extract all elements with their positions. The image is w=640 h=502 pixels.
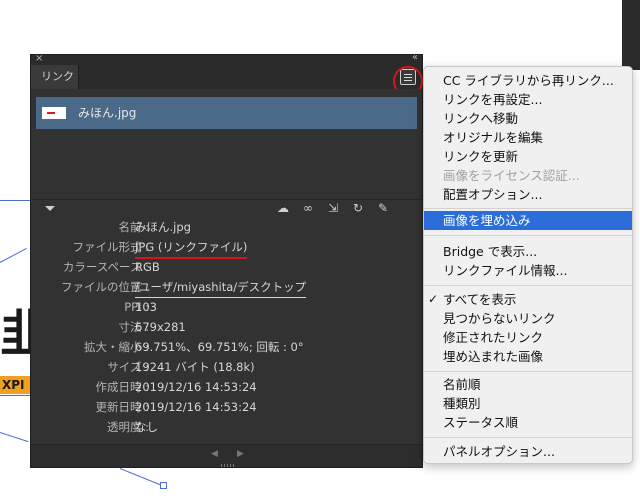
menu-item-sort-by-status[interactable]: ステータス順	[424, 413, 632, 432]
artwork-label-text: XPI	[2, 378, 25, 392]
links-toolbar: ☁ ∞ ⇲ ↻ ✎	[31, 199, 422, 216]
file-name: みほん.jpg	[78, 106, 137, 120]
expand-info-icon[interactable]	[45, 206, 55, 211]
info-value: なし	[135, 420, 158, 434]
goto-link-icon[interactable]: ⇲	[328, 201, 338, 215]
menu-separator	[424, 371, 632, 372]
info-row: 透明度 : なし	[31, 417, 422, 437]
info-row: 更新日時 : 2019/12/16 14:53:24	[31, 397, 422, 417]
menu-item-go-to-link[interactable]: リンクへ移動	[424, 109, 632, 128]
info-value: JPG (リンクファイル)	[135, 237, 248, 259]
menu-item-show-in-bridge[interactable]: Bridge で表示...	[424, 242, 632, 261]
menu-separator	[424, 285, 632, 286]
info-row: 拡大・縮小 : 69.751%、69.751%; 回転 : 0°	[31, 337, 422, 357]
menu-item-show-modified[interactable]: 修正されたリンク	[424, 328, 632, 347]
menu-item-license-image: 画像をライセンス認証...	[443, 168, 580, 183]
artboard-guide-line	[119, 468, 162, 486]
links-panel: × ‹‹ リンク みほん.jpg ☁ ∞ ⇲ ↻ ✎ 名前 : みほん.jpg …	[30, 52, 423, 468]
artboard-guide-line	[0, 200, 30, 201]
close-icon[interactable]: ×	[35, 53, 43, 64]
panel-menu-button[interactable]	[393, 66, 423, 96]
panel-flyout-menu: CC ライブラリから再リンク... リンクを再設定... リンクへ移動 オリジナ…	[423, 66, 633, 464]
update-link-icon[interactable]: ↻	[353, 201, 363, 215]
menu-item-edit-original[interactable]: オリジナルを編集	[424, 128, 632, 147]
menu-separator	[424, 437, 632, 438]
menu-item-placement-options[interactable]: 配置オプション...	[424, 185, 632, 204]
info-row: 作成日時 : 2019/12/16 14:53:24	[31, 377, 422, 397]
menu-item-show-embedded[interactable]: 埋め込まれた画像	[424, 347, 632, 366]
artboard-guide-line	[0, 247, 27, 263]
relink-icon[interactable]: ∞	[303, 201, 313, 215]
menu-item-panel-options[interactable]: パネルオプション...	[424, 442, 632, 461]
artboard-guide-line	[0, 395, 30, 396]
thumbnail-image	[42, 107, 66, 119]
menu-item-sort-by-kind[interactable]: 種類別	[424, 394, 632, 413]
info-value: 2019/12/16 14:53:24	[135, 400, 257, 414]
artboard-guide-line	[0, 432, 29, 443]
previous-icon[interactable]: ◀	[211, 449, 218, 459]
list-item[interactable]: みほん.jpg	[36, 97, 417, 129]
cloud-link-icon[interactable]: ☁	[277, 201, 289, 215]
info-row: 寸法 : 679x281	[31, 317, 422, 337]
info-row: 名前 : みほん.jpg	[31, 217, 422, 237]
collapse-icon[interactable]: ‹‹	[412, 52, 418, 63]
info-value: RGB	[135, 260, 160, 274]
menu-item-link-file-info[interactable]: リンクファイル情報...	[424, 261, 632, 280]
menu-item-show-all[interactable]: ✓ すべてを表示	[424, 290, 632, 309]
panel-footer: ◀ ▶	[31, 444, 422, 467]
info-value: 69.751%、69.751%; 回転 : 0°	[135, 340, 304, 354]
info-row: ファイル形式 : JPG (リンクファイル)	[31, 237, 422, 259]
menu-item-update-link[interactable]: リンクを更新	[424, 147, 632, 166]
links-list: みほん.jpg	[31, 89, 422, 199]
info-value: みほん.jpg	[135, 220, 191, 234]
background-dark-panel	[622, 0, 640, 70]
info-row: カラースペース : RGB	[31, 257, 422, 277]
next-icon[interactable]: ▶	[237, 449, 244, 459]
panel-tab-bar: リンク	[31, 65, 423, 96]
info-value: 679x281	[135, 320, 186, 334]
info-value: 103	[135, 300, 157, 314]
info-value: 2019/12/16 14:53:24	[135, 380, 257, 394]
menu-separator	[424, 235, 632, 236]
file-path-link[interactable]: /ユーザ/miyashita/デスクトップ	[135, 277, 307, 298]
menu-item-embed-image[interactable]: 画像を埋め込み	[424, 211, 632, 230]
info-value: 19241 バイト (18.8k)	[135, 360, 255, 374]
menu-item-sort-by-name[interactable]: 名前順	[424, 375, 632, 394]
edit-original-icon[interactable]: ✎	[378, 201, 388, 215]
panel-title-bar[interactable]: × ‹‹	[31, 52, 422, 65]
resize-grip-icon[interactable]	[221, 464, 235, 467]
menu-item-relink[interactable]: リンクを再設定...	[424, 90, 632, 109]
menu-separator	[424, 208, 632, 209]
info-row: ファイルの位置 : /ユーザ/miyashita/デスクトップ	[31, 277, 422, 298]
artwork-large-text: 韭	[0, 306, 30, 362]
tab-links[interactable]: リンク	[31, 65, 79, 89]
selection-handle[interactable]	[160, 482, 167, 489]
info-row: PPI : 103	[31, 297, 422, 317]
check-icon: ✓	[428, 292, 439, 306]
menu-item-relink-from-cc[interactable]: CC ライブラリから再リンク...	[424, 71, 632, 90]
menu-item-label: すべてを表示	[443, 292, 517, 307]
info-row: サイズ : 19241 バイト (18.8k)	[31, 357, 422, 377]
menu-item-show-missing[interactable]: 見つからないリンク	[424, 309, 632, 328]
